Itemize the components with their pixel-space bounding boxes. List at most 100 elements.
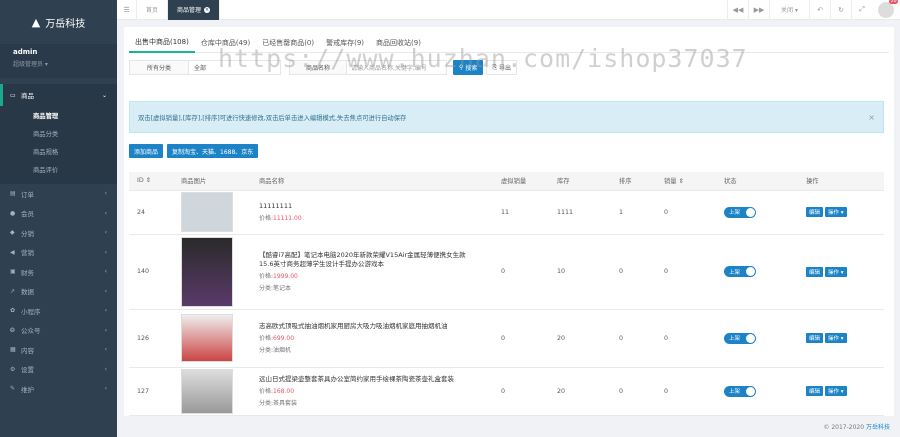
price-label: 价格: — [259, 335, 274, 342]
money-icon: ▣ — [10, 268, 16, 276]
add-goods-button[interactable]: 添加商品 — [129, 144, 164, 158]
edit-button[interactable]: 编辑 — [806, 333, 824, 343]
product-price: 价格:699.00 — [259, 333, 493, 342]
sidebar-item-goods[interactable]: ▭ 商品 ⌄ — [0, 84, 117, 106]
sidebar-item-label: 订单 — [21, 190, 34, 199]
cell-name: 【酷睿i7高配】笔记本电脑2020年新款荣耀V15Air金属轻薄便携女生款15.… — [251, 234, 493, 310]
cell-name: 远山日式提梁壶整套茶具办公室简约家用手绘裸茶陶瓷茶壶礼盒套装 价格:168.00… — [251, 367, 493, 416]
sidebar-item-members[interactable]: ● 会员 ‹ — [0, 204, 117, 224]
product-image[interactable] — [181, 314, 233, 362]
table-row: 140 【酷睿i7高配】笔记本电脑2020年新款荣耀V15Air金属轻薄便携女生… — [129, 234, 884, 310]
product-price: 价格:1999.00 — [259, 271, 493, 280]
cell-image — [173, 309, 251, 368]
chevron-left-icon: ‹ — [104, 209, 107, 217]
cell-virtual-sales[interactable]: 0 — [493, 367, 549, 416]
status-toggle[interactable]: 上架 — [724, 332, 756, 344]
cell-id: 127 — [129, 367, 173, 416]
cell-virtual-sales[interactable]: 0 — [493, 309, 549, 368]
close-tabs-dropdown[interactable]: 关闭 ▾ — [769, 0, 809, 20]
cell-stock[interactable]: 10 — [549, 234, 611, 310]
col-id[interactable]: ID ⇕ — [129, 172, 173, 191]
submenu-item-goods-spec[interactable]: 商品规格 — [0, 142, 117, 160]
back-icon[interactable]: ↶ — [809, 0, 830, 20]
refresh-icon[interactable]: ↻ — [830, 0, 851, 20]
chevron-left-icon: ‹ — [104, 229, 107, 237]
sidebar-item-label: 设置 — [21, 366, 34, 375]
product-image[interactable] — [181, 192, 233, 232]
cell-stock[interactable]: 20 — [549, 367, 611, 416]
cell-stock[interactable]: 1111 — [549, 190, 611, 235]
tab-home[interactable]: 首页 — [137, 0, 169, 20]
edit-button[interactable]: 编辑 — [806, 207, 824, 217]
copy-goods-button[interactable]: 复制淘宝、天猫、1688、京东 — [167, 144, 259, 158]
submenu-item-goods-review[interactable]: 商品评价 — [0, 160, 117, 178]
more-actions-button[interactable]: 操作 ▾ — [825, 207, 847, 217]
product-category: 分类:油烟机 — [259, 347, 292, 354]
col-sales[interactable]: 销量 ⇕ — [656, 172, 716, 191]
more-actions-button[interactable]: 操作 ▾ — [825, 266, 847, 277]
status-label: 上架 — [729, 269, 741, 276]
status-toggle[interactable]: 上架 — [724, 266, 756, 277]
rewind-icon[interactable]: ◀◀ — [727, 0, 748, 20]
cell-status: 上架 — [716, 309, 798, 368]
status-label: 上架 — [729, 210, 741, 216]
cell-image — [173, 367, 251, 416]
sidebar-item-official-account[interactable]: ❂ 公众号 ‹ — [0, 321, 117, 341]
sidebar-item-miniprogram[interactable]: ✿ 小程序 ‹ — [0, 301, 117, 321]
cell-sort[interactable]: 1 — [611, 190, 656, 235]
edit-button[interactable]: 编辑 — [806, 386, 824, 396]
chevron-left-icon: ‹ — [104, 365, 107, 373]
info-alert: 双击[虚拟销量],[库存],[排序]可进行快速修改,双击后单击进入编辑模式,失去… — [129, 101, 884, 133]
fast-forward-icon[interactable]: ▶▶ — [748, 0, 769, 20]
sidebar-item-orders[interactable]: ▤ 订单 ‹ — [0, 184, 117, 204]
sidebar-item-settings[interactable]: ⚙ 设置 ‹ — [0, 360, 117, 380]
product-image[interactable] — [181, 368, 233, 414]
cell-sort[interactable]: 0 — [611, 234, 656, 310]
brand-logo[interactable]: ▲ 万岳科技 — [0, 0, 117, 44]
status-toggle[interactable]: 上架 — [724, 385, 756, 397]
product-category: 分类:茶具套装 — [259, 400, 298, 407]
chevron-left-icon: ‹ — [104, 287, 107, 295]
edit-button[interactable]: 编辑 — [806, 266, 824, 277]
avatar[interactable]: 20 — [878, 0, 898, 18]
footer: © 2017-2020 万岳科技 — [823, 422, 890, 431]
product-price: 价格:11111.00 — [259, 213, 493, 222]
fullscreen-icon[interactable]: ⤢ — [851, 0, 872, 20]
goods-table: ID ⇕ 商品图片 商品名称 虚拟销量 库存 排序 销量 ⇕ 状态 操作 24 … — [129, 172, 884, 416]
sidebar-item-content[interactable]: ▦ 内容 ‹ — [0, 340, 117, 360]
price-label: 价格: — [259, 388, 274, 395]
user-panel[interactable]: admin 超级管理员 ▾ — [0, 44, 117, 78]
cell-status: 上架 — [716, 367, 798, 416]
more-actions-button[interactable]: 操作 ▾ — [825, 333, 847, 343]
user-role[interactable]: 超级管理员 ▾ — [13, 59, 104, 68]
cell-stock[interactable]: 20 — [549, 309, 611, 368]
tab-on-sale[interactable]: 出售中商品(108) — [129, 33, 195, 53]
cell-status: 上架 — [716, 190, 798, 235]
submenu-item-goods-manage[interactable]: 商品管理 — [0, 106, 117, 124]
product-name: 志高欧式顶吸式抽油烟机家用厨房大吸力吸油烟机家庭用抽烟机油 — [259, 322, 448, 330]
submenu-item-goods-category[interactable]: 商品分类 — [0, 124, 117, 142]
close-icon[interactable]: × — [868, 113, 875, 122]
logo-icon: ▲ — [31, 15, 41, 29]
gear-icon: ⚙ — [10, 365, 16, 373]
user-name: admin — [13, 48, 38, 56]
sidebar-item-data[interactable]: ↗ 数据 ‹ — [0, 282, 117, 302]
cell-sort[interactable]: 0 — [611, 309, 656, 368]
cell-sort[interactable]: 0 — [611, 367, 656, 416]
product-image[interactable] — [181, 236, 233, 307]
cell-actions: 编辑 操作 ▾ — [798, 309, 884, 368]
cell-virtual-sales[interactable]: 0 — [493, 234, 549, 310]
footer-brand-link[interactable]: 万岳科技 — [866, 424, 890, 431]
sidebar-menu: ▭ 商品 ⌄ 商品管理 商品分类 商品规格 商品评价 ▤ 订单 ‹ ● 会员 ‹ ◆ 分销… — [0, 84, 117, 399]
more-actions-button[interactable]: 操作 ▾ — [825, 386, 847, 396]
tab-goods-manage[interactable]: 商品管理 × — [168, 0, 221, 20]
chevron-left-icon: ‹ — [104, 307, 107, 315]
close-icon[interactable]: × — [204, 6, 211, 13]
sidebar-item-finance[interactable]: ▣ 财务 ‹ — [0, 262, 117, 282]
sidebar-item-maintenance[interactable]: ✎ 维护 ‹ — [0, 379, 117, 399]
sidebar-item-marketing[interactable]: ◀ 营销 ‹ — [0, 243, 117, 263]
menu-toggle-icon[interactable]: ☰ — [117, 0, 137, 20]
cell-virtual-sales[interactable]: 11 — [493, 190, 549, 235]
sidebar-item-distribution[interactable]: ◆ 分销 ‹ — [0, 223, 117, 243]
status-toggle[interactable]: 上架 — [724, 206, 756, 218]
